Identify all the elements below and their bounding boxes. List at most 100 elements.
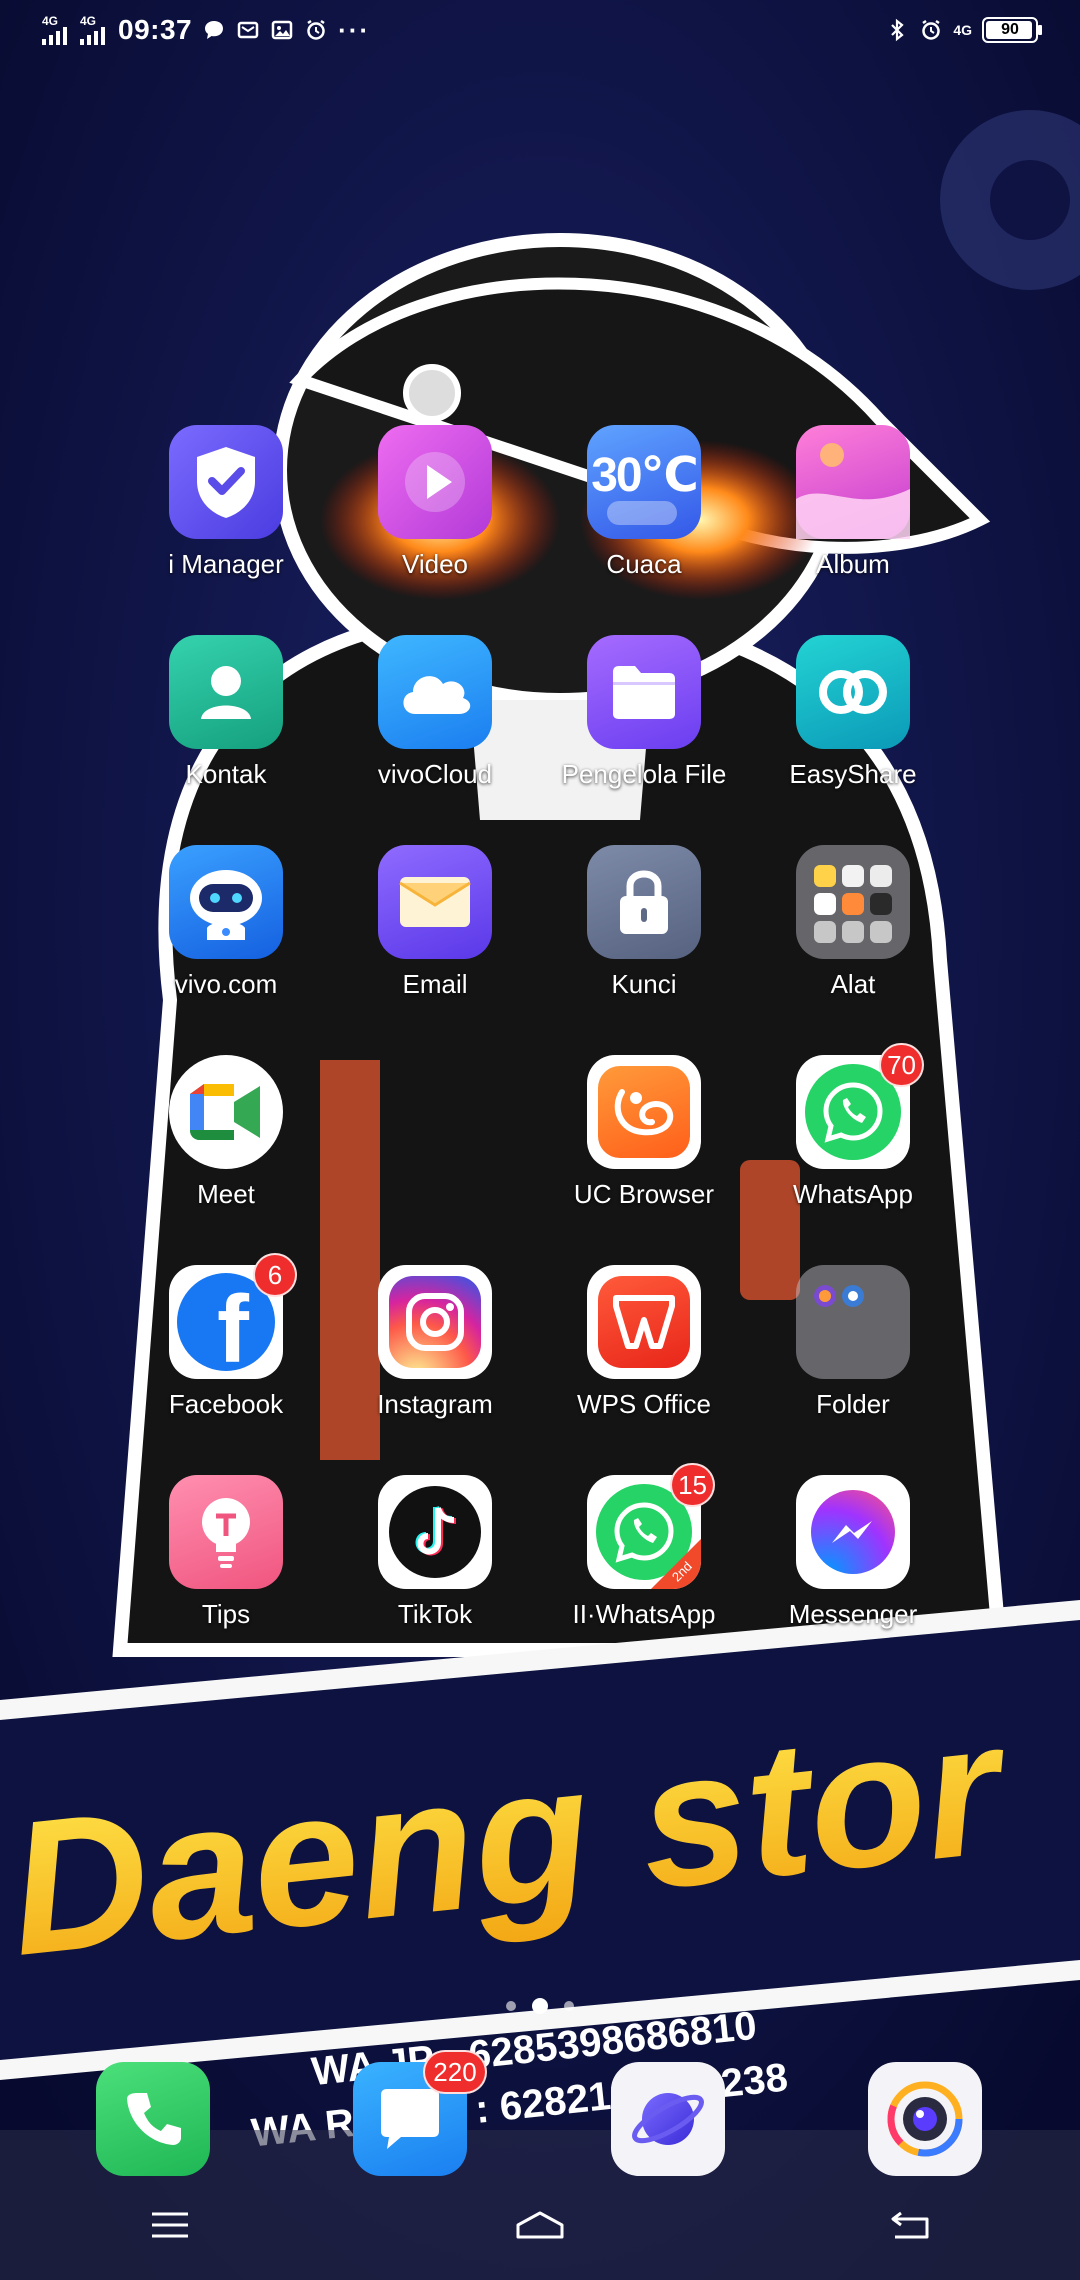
signal-icon: 4G	[42, 15, 70, 45]
app-email[interactable]: Email	[335, 845, 535, 1035]
app-label: i Manager	[168, 549, 284, 579]
uc-browser-icon	[587, 1055, 701, 1169]
app-tips[interactable]: Tips	[126, 1475, 326, 1665]
whatsapp-clone-icon: 2nd 15	[587, 1463, 715, 1589]
dock-messages[interactable]: 220	[353, 2050, 487, 2176]
folder-icon	[587, 635, 701, 749]
app-label: Instagram	[377, 1389, 493, 1419]
app-label: WhatsApp	[793, 1179, 913, 1209]
notification-badge: 220	[423, 2050, 487, 2094]
battery-icon: 90	[982, 17, 1042, 43]
lock-icon	[587, 845, 701, 959]
message-icon: 220	[353, 2050, 487, 2176]
more-notifications-icon: ···	[338, 14, 371, 45]
envelope-icon	[378, 845, 492, 959]
weather-icon: 30℃	[587, 425, 701, 539]
album-icon	[796, 425, 910, 539]
clock: 09:37	[118, 14, 193, 45]
app-cuaca[interactable]: 30℃ Cuaca	[544, 425, 744, 615]
app-label: Messenger	[788, 1599, 918, 1629]
play-icon	[378, 425, 492, 539]
app-label: Email	[402, 969, 468, 999]
wps-icon	[587, 1265, 701, 1379]
app-label: vivoCloud	[377, 759, 493, 789]
app-label: EasyShare	[789, 759, 917, 789]
home-icon[interactable]	[510, 2200, 570, 2250]
facebook-icon: f 6	[169, 1253, 297, 1379]
app-pengelola-file[interactable]: Pengelola File	[544, 635, 744, 825]
chat-bubble-icon	[205, 21, 224, 39]
app-label: Kunci	[611, 969, 677, 999]
meet-icon	[169, 1055, 283, 1169]
app-label: Kontak	[185, 759, 267, 789]
page-dot[interactable]	[564, 2001, 574, 2011]
gallery-icon	[271, 20, 293, 40]
notification-badge: 70	[879, 1043, 924, 1087]
whatsapp-icon: 70	[796, 1043, 924, 1169]
page-indicator	[0, 1998, 1080, 2014]
app-i-manager[interactable]: i Manager	[126, 425, 326, 615]
tiktok-icon	[378, 1475, 492, 1589]
app-tiktok[interactable]: TikTok	[335, 1475, 535, 1665]
app-label: Pengelola File	[561, 759, 727, 789]
app-ii-whatsapp[interactable]: 2nd 15 II·WhatsApp	[544, 1463, 744, 1665]
app-whatsapp[interactable]: 70 WhatsApp	[753, 1043, 953, 1245]
folder-folder[interactable]: Folder	[753, 1265, 953, 1455]
bluetooth-icon	[891, 18, 904, 42]
app-easyshare[interactable]: EasyShare	[753, 635, 953, 825]
signal-icon: 4G	[80, 15, 108, 45]
messenger-icon	[796, 1475, 910, 1589]
app-vivo-com[interactable]: vivo.com	[126, 845, 326, 1035]
dock-camera[interactable]	[868, 2062, 982, 2176]
planet-icon	[611, 2062, 725, 2176]
bulb-icon	[169, 1475, 283, 1589]
phone-icon	[96, 2062, 210, 2176]
app-label: WPS Office	[577, 1389, 711, 1419]
network-type: 4G	[953, 22, 972, 38]
notification-badge: 15	[670, 1463, 715, 1507]
page-dot-current[interactable]	[532, 1998, 548, 2014]
app-label: Tips	[201, 1599, 251, 1629]
app-label: Video	[401, 549, 469, 579]
app-instagram[interactable]: Instagram	[335, 1265, 535, 1455]
dock-phone[interactable]	[96, 2062, 210, 2176]
contact-icon	[169, 635, 283, 749]
app-label: vivo.com	[174, 969, 278, 999]
app-label: Folder	[816, 1389, 890, 1419]
app-label: UC Browser	[573, 1179, 715, 1209]
app-messenger[interactable]: Messenger	[753, 1475, 953, 1665]
alarm-icon	[307, 19, 325, 40]
shield-check-icon	[169, 425, 283, 539]
app-album[interactable]: Album	[753, 425, 953, 615]
folder-group-icon	[796, 1265, 910, 1379]
instagram-icon	[378, 1265, 492, 1379]
back-icon[interactable]	[880, 2200, 940, 2250]
app-kunci[interactable]: Kunci	[544, 845, 744, 1035]
robot-icon	[169, 845, 283, 959]
app-label: Facebook	[168, 1389, 284, 1419]
notification-badge: 6	[253, 1253, 297, 1297]
app-meet[interactable]: Meet	[126, 1055, 326, 1245]
app-label: Meet	[197, 1179, 255, 1209]
tools-folder-icon	[796, 845, 910, 959]
app-wps-office[interactable]: WPS Office	[544, 1265, 744, 1455]
camera-icon	[868, 2062, 982, 2176]
app-vivocloud[interactable]: vivoCloud	[335, 635, 535, 825]
app-label: II·WhatsApp	[572, 1599, 716, 1629]
page-dot[interactable]	[506, 2001, 516, 2011]
mail-icon	[237, 21, 259, 39]
status-bar: 4G 4G 09:37 ··· 4G 90	[0, 0, 1080, 60]
app-video[interactable]: Video	[335, 425, 535, 615]
alarm-icon	[922, 19, 941, 40]
folder-alat[interactable]: Alat	[753, 845, 953, 1035]
app-label: Album	[816, 549, 890, 579]
app-label: TikTok	[397, 1599, 473, 1629]
app-kontak[interactable]: Kontak	[126, 635, 326, 825]
app-label: Alat	[830, 969, 876, 999]
menu-icon[interactable]	[140, 2200, 200, 2250]
app-label: Cuaca	[606, 549, 682, 579]
app-facebook[interactable]: f 6 Facebook	[126, 1253, 326, 1455]
app-uc-browser[interactable]: UC Browser	[544, 1055, 744, 1245]
dock-browser[interactable]	[611, 2062, 725, 2176]
cloud-icon	[378, 635, 492, 749]
